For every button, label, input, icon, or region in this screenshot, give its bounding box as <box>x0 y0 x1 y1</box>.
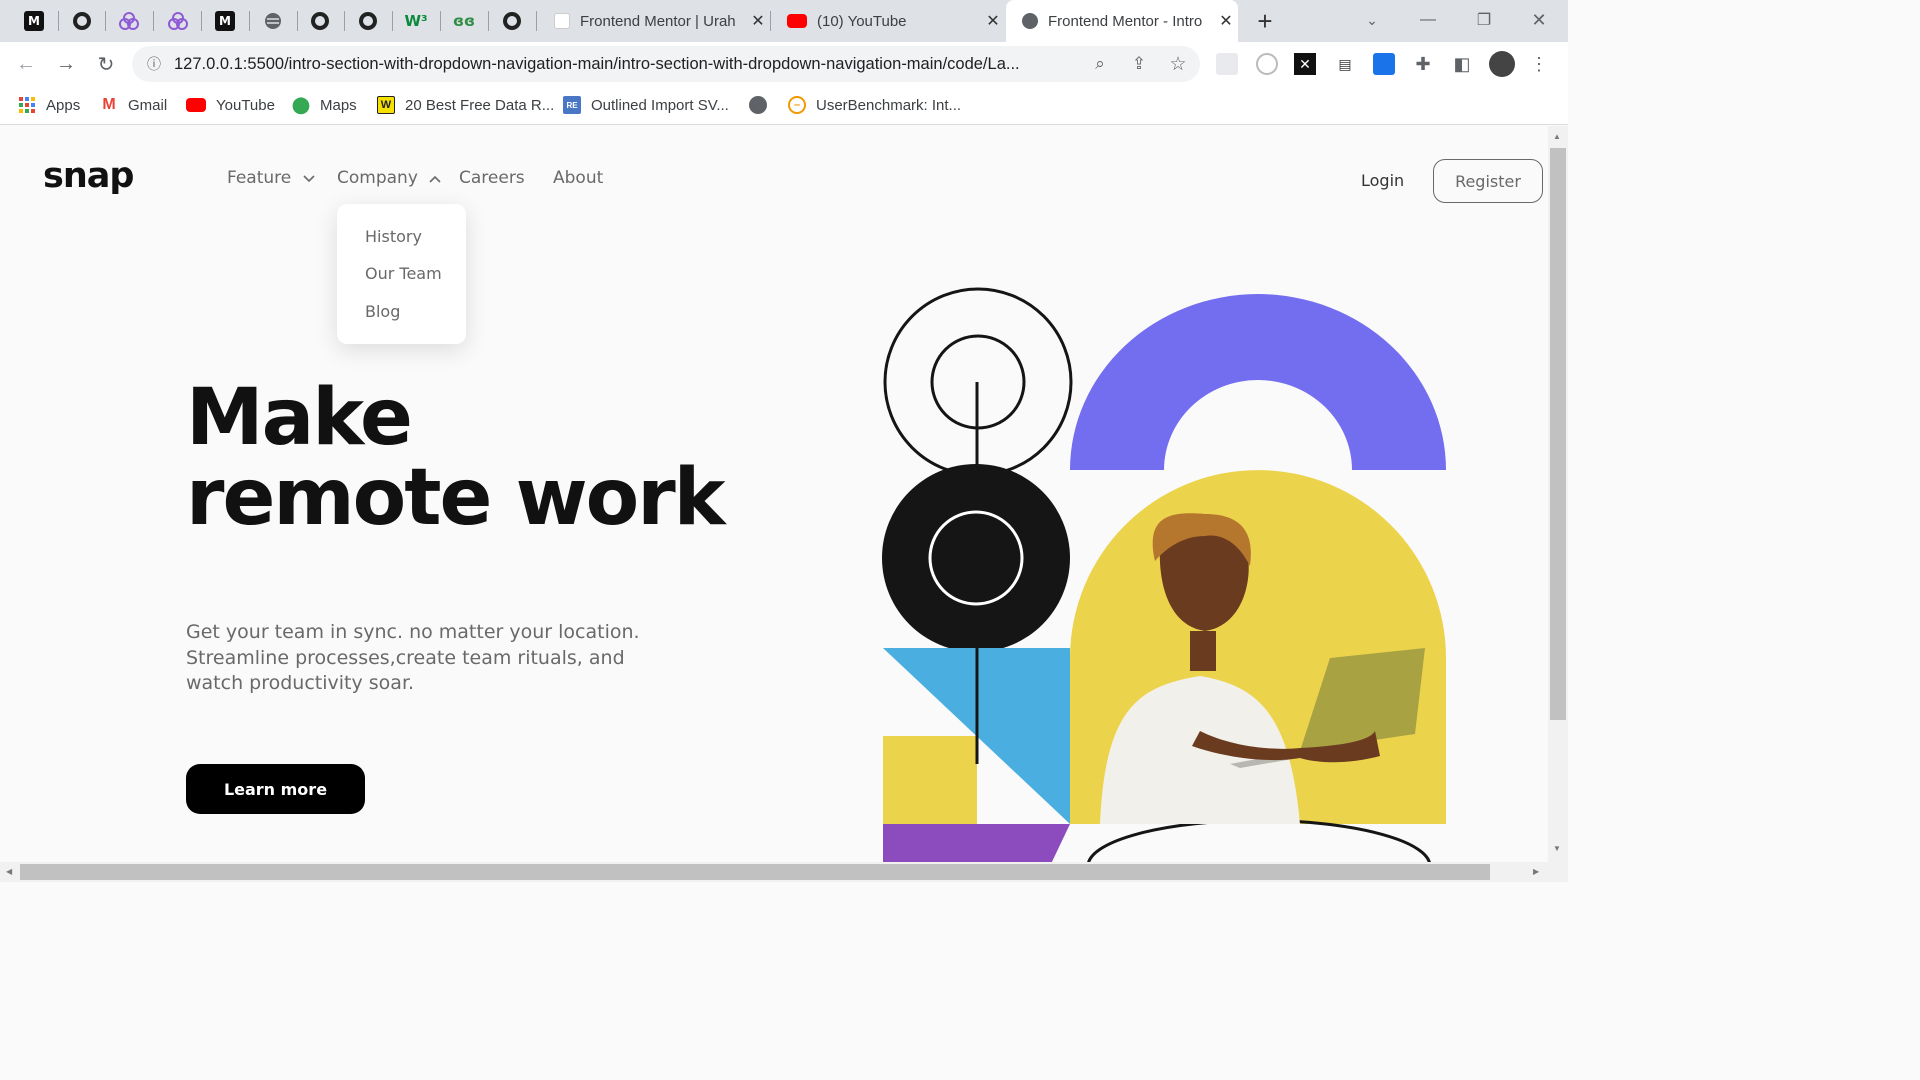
bookmark-maps[interactable]: ⬤ Maps <box>292 94 357 116</box>
menu-kebab-icon[interactable]: ⋮ <box>1528 53 1550 75</box>
learn-more-button[interactable]: Learn more <box>186 764 365 814</box>
headline-line-2: remote work <box>186 453 726 543</box>
extension-icon[interactable] <box>1373 53 1395 75</box>
scroll-left-arrow-icon[interactable]: ◀ <box>6 867 12 876</box>
scroll-down-arrow-icon[interactable]: ▼ <box>1553 844 1561 853</box>
gmail-icon: M <box>102 96 116 113</box>
bookmark-data-resources[interactable]: W 20 Best Free Data R... <box>377 94 554 116</box>
bookmark-globe[interactable] <box>749 94 777 116</box>
profile-avatar[interactable] <box>1489 51 1515 77</box>
apps-grid-icon <box>18 96 36 114</box>
logo[interactable]: snap <box>43 156 134 196</box>
hero-illustration <box>882 287 1446 862</box>
pinned-tab-github-icon[interactable] <box>489 6 535 36</box>
login-link[interactable]: Login <box>1361 171 1404 190</box>
vertical-scrollbar[interactable]: ▲ ▼ <box>1548 126 1568 862</box>
pinned-tab-github-icon[interactable] <box>59 6 105 36</box>
new-tab-button[interactable]: + <box>1250 6 1280 36</box>
share-icon[interactable]: ⇪ <box>1127 52 1151 76</box>
globe-icon <box>749 96 767 114</box>
close-tab-icon[interactable]: ✕ <box>746 11 770 31</box>
scroll-up-arrow-icon[interactable]: ▲ <box>1553 132 1561 141</box>
window-close-icon[interactable]: ✕ <box>1525 6 1553 34</box>
company-dropdown: History Our Team Blog <box>337 204 466 344</box>
tab-youtube[interactable]: (10) YouTube ✕ <box>771 0 1005 42</box>
extension-icon[interactable] <box>1216 53 1238 75</box>
pinned-tab-github-icon[interactable] <box>297 6 343 36</box>
register-button[interactable]: Register <box>1433 159 1543 203</box>
bookmark-userbenchmark[interactable]: – UserBenchmark: Int... <box>788 94 961 116</box>
youtube-icon <box>186 98 206 112</box>
url-text[interactable]: 127.0.0.1:5500/intro-section-with-dropdo… <box>174 55 1084 74</box>
page-viewport: snap Feature Company Careers About Histo… <box>0 126 1548 862</box>
extension-icon[interactable]: ✕ <box>1294 53 1316 75</box>
tab-strip: M M W³ ɞɞ Frontend Mentor | Urah ✕ (10) … <box>0 0 1568 42</box>
maps-pin-icon: ⬤ <box>292 97 310 114</box>
pinned-tab-globe-icon[interactable] <box>250 6 296 36</box>
vertical-scroll-thumb[interactable] <box>1550 148 1566 720</box>
address-bar[interactable]: ⓘ 127.0.0.1:5500/intro-section-with-drop… <box>132 46 1200 82</box>
bookmark-outlined-import[interactable]: RE Outlined Import SV... <box>563 94 729 116</box>
nav-about[interactable]: About <box>553 168 603 188</box>
tab-frontend-mentor[interactable]: Frontend Mentor | Urah ✕ <box>538 0 770 42</box>
horizontal-scroll-thumb[interactable] <box>20 864 1490 880</box>
bookmark-gmail[interactable]: M Gmail <box>100 94 167 116</box>
forward-icon[interactable]: → <box>52 50 80 78</box>
close-tab-icon[interactable]: ✕ <box>981 11 1005 31</box>
extension-icon[interactable]: ▤ <box>1334 53 1356 75</box>
globe-icon <box>1022 13 1038 29</box>
minimize-icon[interactable]: — <box>1414 6 1442 34</box>
w-logo-icon: W <box>377 96 395 114</box>
back-icon[interactable]: ← <box>12 50 40 78</box>
horizontal-scrollbar[interactable]: ◀ ▶ <box>0 862 1568 882</box>
close-tab-icon[interactable]: ✕ <box>1214 11 1238 31</box>
zoom-icon[interactable]: ⌕ <box>1088 52 1112 76</box>
pinned-tab-geeks-icon[interactable]: ɞɞ <box>441 6 487 36</box>
bookmark-apps[interactable]: Apps <box>18 94 80 116</box>
bookmarks-bar: Apps M Gmail YouTube ⬤ Maps W 20 Best Fr… <box>0 86 1568 125</box>
nav-careers[interactable]: Careers <box>459 168 525 188</box>
hero-headline: Make remote work <box>186 373 726 543</box>
bookmark-youtube[interactable]: YouTube <box>186 94 275 116</box>
chevron-down-icon <box>303 175 315 183</box>
hero-subtext: Get your team in sync. no matter your lo… <box>186 621 640 694</box>
pinned-tab-w3-icon[interactable]: W³ <box>393 6 439 36</box>
pinned-tab-m-icon[interactable]: M <box>202 6 248 36</box>
frontend-mentor-icon <box>554 13 570 29</box>
reload-icon[interactable]: ↻ <box>92 50 120 78</box>
pinned-tab-m-icon[interactable]: M <box>11 6 57 36</box>
site-info-icon[interactable]: ⓘ <box>142 52 166 76</box>
userbenchmark-icon: – <box>788 96 806 114</box>
puzzle-icon[interactable]: ✚ <box>1412 53 1434 75</box>
nav-company[interactable]: Company <box>337 168 441 188</box>
extension-icon[interactable] <box>1256 53 1278 75</box>
dropdown-item-blog[interactable]: Blog <box>365 302 400 321</box>
pinned-tab-github-icon[interactable] <box>345 6 391 36</box>
pinned-tab-knot-icon[interactable] <box>106 6 152 36</box>
chevron-up-icon <box>429 175 441 183</box>
pinned-tab-knot-icon[interactable] <box>155 6 201 36</box>
tab-search-icon[interactable]: ⌄ <box>1358 6 1386 34</box>
nav-feature[interactable]: Feature <box>227 168 315 188</box>
tab-active-intro[interactable]: Frontend Mentor - Intro ✕ <box>1006 0 1238 42</box>
headline-line-1: Make <box>186 373 413 463</box>
restore-icon[interactable]: ❐ <box>1470 6 1498 34</box>
dropdown-item-history[interactable]: History <box>365 227 422 246</box>
dropdown-item-our-team[interactable]: Our Team <box>365 264 442 283</box>
bookmark-star-icon[interactable]: ☆ <box>1166 52 1190 76</box>
youtube-icon <box>787 14 807 28</box>
scroll-right-arrow-icon[interactable]: ▶ <box>1533 867 1539 876</box>
side-panel-icon[interactable]: ◧ <box>1451 53 1473 75</box>
repo-icon: RE <box>563 96 581 114</box>
